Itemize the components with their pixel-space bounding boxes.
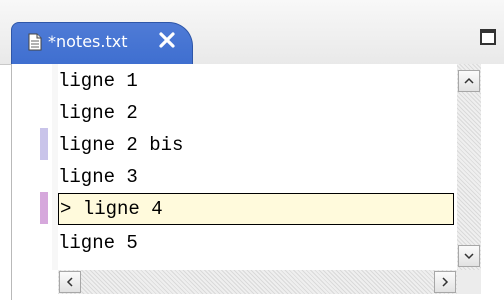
arrow-left-icon bbox=[66, 277, 73, 287]
tab-notes[interactable]: *notes.txt bbox=[11, 22, 193, 64]
text-editor[interactable]: ligne 1 ligne 2 ligne 2 bis ligne 3 > li… bbox=[11, 64, 504, 300]
text-line-3[interactable]: ligne 2 bis bbox=[58, 129, 183, 161]
left-ruler bbox=[12, 64, 38, 270]
tab-title: *notes.txt bbox=[48, 32, 128, 51]
scroll-down-button[interactable] bbox=[458, 245, 480, 267]
text-line-6[interactable]: ligne 5 bbox=[58, 227, 138, 259]
vertical-scrollbar[interactable] bbox=[457, 64, 481, 270]
text-line-4[interactable]: ligne 3 bbox=[58, 161, 138, 193]
current-line[interactable]: > ligne 4 bbox=[58, 193, 454, 225]
arrow-down-icon bbox=[464, 253, 474, 260]
maximize-icon[interactable] bbox=[480, 29, 496, 45]
text-line-1[interactable]: ligne 1 bbox=[58, 65, 138, 97]
text-file-icon bbox=[28, 33, 42, 51]
scroll-left-button[interactable] bbox=[59, 271, 81, 293]
scroll-up-button[interactable] bbox=[458, 70, 480, 92]
scroll-right-button[interactable] bbox=[434, 271, 456, 293]
close-icon[interactable] bbox=[158, 31, 176, 49]
editor-window: *notes.txt ligne 1 ligne 2 ligne 2 bis l… bbox=[0, 0, 504, 300]
text-area[interactable]: ligne 1 ligne 2 ligne 2 bis ligne 3 > li… bbox=[58, 64, 456, 270]
change-marker-changed bbox=[40, 192, 48, 224]
text-line-2[interactable]: ligne 2 bbox=[58, 97, 138, 129]
arrow-up-icon bbox=[464, 77, 474, 84]
tab-bar: *notes.txt bbox=[0, 0, 504, 65]
editor-bottom-margin bbox=[12, 294, 504, 300]
change-marker-added bbox=[40, 128, 48, 160]
arrow-right-icon bbox=[442, 277, 449, 287]
horizontal-scrollbar[interactable] bbox=[58, 270, 457, 294]
scrollbar-corner bbox=[457, 270, 481, 294]
